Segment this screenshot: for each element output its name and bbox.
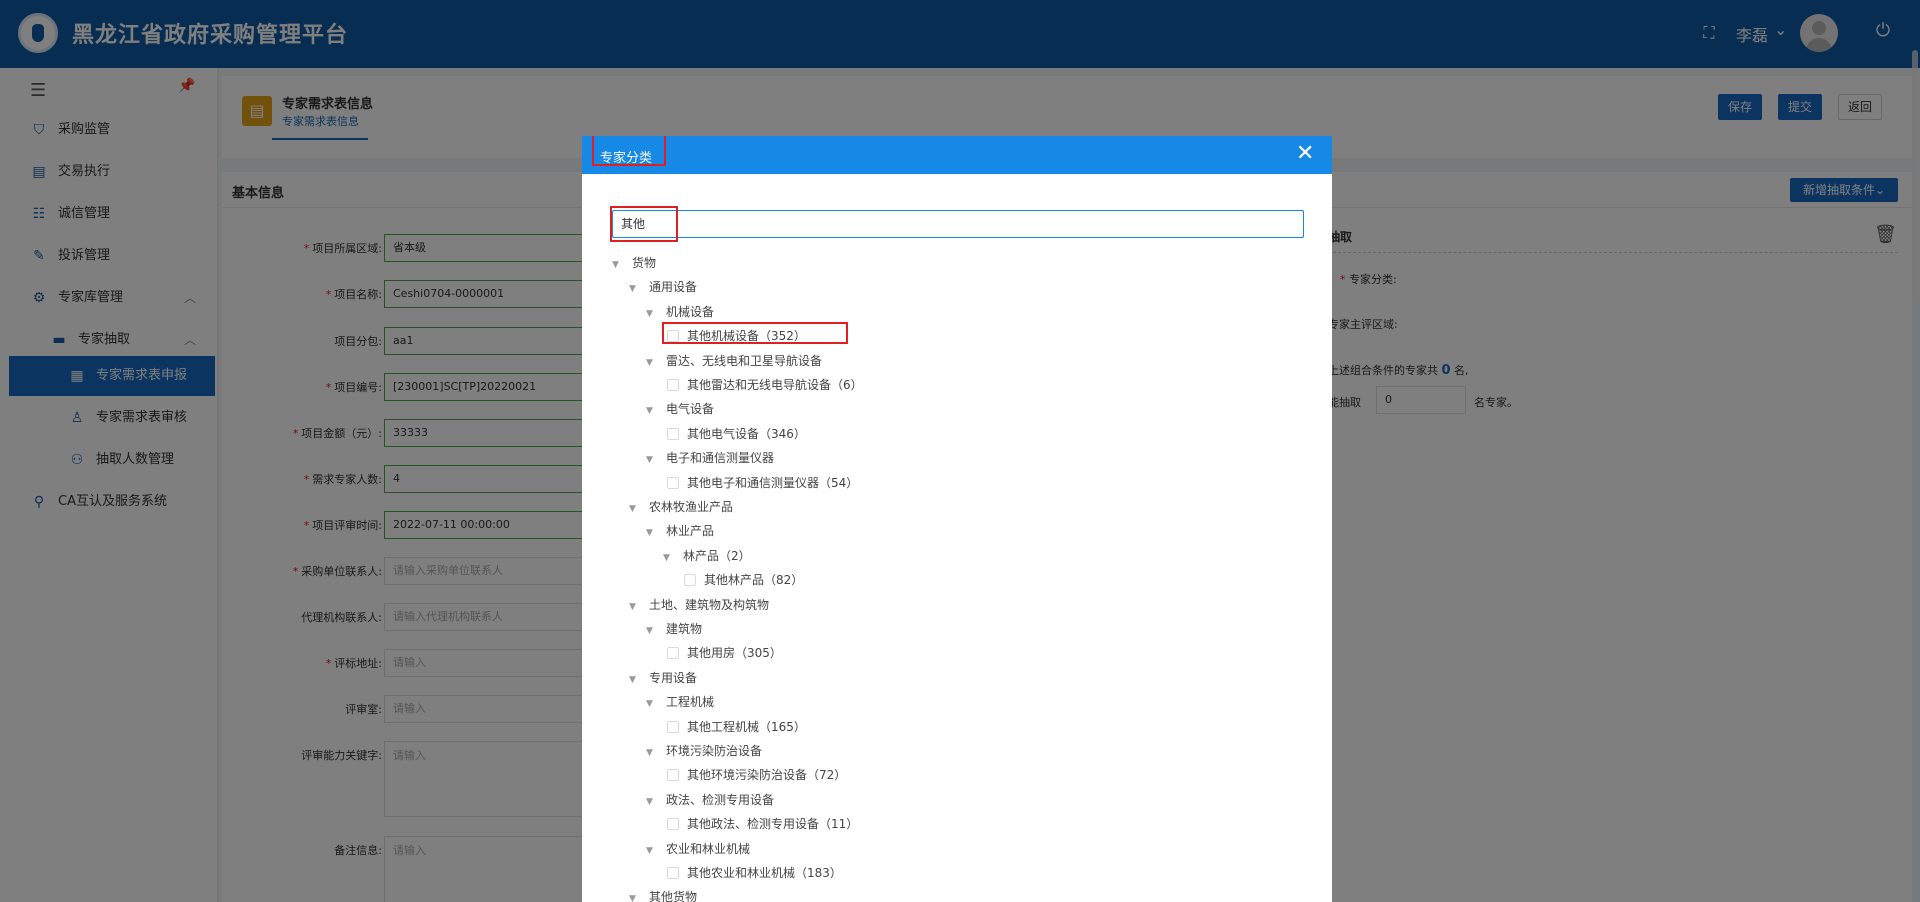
tree-label: 其他工程机械（165） xyxy=(687,720,806,734)
tree-label: 其他环境污染防治设备（72） xyxy=(687,768,847,782)
caret-down-icon[interactable]: ▼ xyxy=(646,303,658,325)
tree-node[interactable]: ▼ 土地、建筑物及构筑物 xyxy=(629,594,769,616)
tree-node[interactable]: ▼ 货物 xyxy=(612,252,656,274)
tree-node[interactable]: ▼ 建筑物 xyxy=(646,618,702,640)
checkbox[interactable] xyxy=(667,647,679,659)
caret-down-icon[interactable]: ▼ xyxy=(629,596,641,618)
modal-header: 专家分类 ✕ xyxy=(582,136,1332,174)
tree-leaf[interactable]: 其他政法、检测专用设备（11） xyxy=(667,813,858,835)
tree-label: 货物 xyxy=(632,256,657,270)
highlight-box-title xyxy=(592,136,666,166)
tree-leaf[interactable]: 其他雷达和无线电导航设备（6） xyxy=(667,374,863,396)
highlight-box-tree-item xyxy=(662,322,848,344)
tree-label: 工程机械 xyxy=(666,695,715,709)
tree-node[interactable]: ▼ 专用设备 xyxy=(629,667,697,689)
tree-label: 其他雷达和无线电导航设备（6） xyxy=(687,378,863,392)
tree-label: 其他政法、检测专用设备（11） xyxy=(687,817,859,831)
tree-leaf[interactable]: 其他工程机械（165） xyxy=(667,716,806,738)
tree-node[interactable]: ▼ 机械设备 xyxy=(646,301,714,323)
tree-label: 雷达、无线电和卫星导航设备 xyxy=(666,354,823,368)
caret-down-icon[interactable]: ▼ xyxy=(629,498,641,520)
tree-leaf[interactable]: 其他环境污染防治设备（72） xyxy=(667,764,846,786)
tree-node[interactable]: ▼ 工程机械 xyxy=(646,691,714,713)
tree-node[interactable]: ▼ 农林牧渔业产品 xyxy=(629,496,733,518)
tree-node[interactable]: ▼ 政法、检测专用设备 xyxy=(646,789,774,811)
caret-down-icon[interactable]: ▼ xyxy=(629,278,641,300)
tree-label: 农林牧渔业产品 xyxy=(649,500,734,514)
caret-down-icon[interactable]: ▼ xyxy=(629,669,641,691)
caret-down-icon[interactable]: ▼ xyxy=(646,522,658,544)
tree-node[interactable]: ▼ 农业和林业机械 xyxy=(646,838,750,860)
category-search-input[interactable]: 其他 xyxy=(612,210,1304,238)
tree-node[interactable]: ▼ 通用设备 xyxy=(629,276,697,298)
tree-label: 电子和通信测量仪器 xyxy=(666,451,775,465)
caret-down-icon[interactable]: ▼ xyxy=(646,693,658,715)
tree-label: 土地、建筑物及构筑物 xyxy=(649,598,770,612)
tree-label: 农业和林业机械 xyxy=(666,842,751,856)
tree-leaf[interactable]: 其他电气设备（346） xyxy=(667,423,806,445)
tree-label: 其他农业和林业机械（183） xyxy=(687,866,842,880)
tree-label: 建筑物 xyxy=(666,622,703,636)
page-scrollbar[interactable] xyxy=(1912,50,1918,300)
checkbox[interactable] xyxy=(667,428,679,440)
checkbox[interactable] xyxy=(667,721,679,733)
caret-down-icon[interactable]: ▼ xyxy=(663,547,675,569)
caret-down-icon[interactable]: ▼ xyxy=(646,742,658,764)
checkbox[interactable] xyxy=(667,867,679,879)
tree-label: 其他用房（305） xyxy=(687,646,782,660)
close-icon[interactable]: ✕ xyxy=(1296,142,1314,166)
tree-label: 其他电子和通信测量仪器（54） xyxy=(687,476,859,490)
tree-leaf[interactable]: 其他林产品（82） xyxy=(684,569,803,591)
tree-node[interactable]: ▼ 电气设备 xyxy=(646,398,714,420)
tree-label: 林业产品 xyxy=(666,524,715,538)
tree-label: 电气设备 xyxy=(666,402,715,416)
tree-label: 环境污染防治设备 xyxy=(666,744,763,758)
tree-leaf[interactable]: 其他用房（305） xyxy=(667,642,782,664)
tree-label: 政法、检测专用设备 xyxy=(666,793,775,807)
tree-leaf[interactable]: 其他农业和林业机械（183） xyxy=(667,862,842,884)
caret-down-icon[interactable]: ▼ xyxy=(629,888,641,902)
tree-node[interactable]: ▼ 环境污染防治设备 xyxy=(646,740,762,762)
caret-down-icon[interactable]: ▼ xyxy=(646,791,658,813)
tree-label: 其他电气设备（346） xyxy=(687,427,806,441)
highlight-box-search xyxy=(610,206,678,242)
checkbox[interactable] xyxy=(667,379,679,391)
tree-label: 机械设备 xyxy=(666,305,715,319)
tree-leaf[interactable]: 其他电子和通信测量仪器（54） xyxy=(667,472,858,494)
tree-label: 通用设备 xyxy=(649,280,698,294)
caret-down-icon[interactable]: ▼ xyxy=(646,840,658,862)
caret-down-icon[interactable]: ▼ xyxy=(646,620,658,642)
checkbox[interactable] xyxy=(667,818,679,830)
tree-label: 其他货物 xyxy=(649,890,698,902)
caret-down-icon[interactable]: ▼ xyxy=(612,254,624,276)
tree-node[interactable]: ▼ 电子和通信测量仪器 xyxy=(646,447,774,469)
checkbox[interactable] xyxy=(684,574,696,586)
checkbox[interactable] xyxy=(667,769,679,781)
expert-category-modal: 专家分类 ✕ 其他 ▼ 货物 ▼ 通用设备 ▼ 机械设备 其他机械设备（352） ▼ 雷达、无线… xyxy=(582,136,1332,902)
tree-label: 林产品（2） xyxy=(683,549,751,563)
caret-down-icon[interactable]: ▼ xyxy=(646,400,658,422)
caret-down-icon[interactable]: ▼ xyxy=(646,352,658,374)
tree-node[interactable]: ▼ 其他货物 xyxy=(629,886,697,902)
caret-down-icon[interactable]: ▼ xyxy=(646,449,658,471)
tree-label: 专用设备 xyxy=(649,671,698,685)
checkbox[interactable] xyxy=(667,477,679,489)
tree-label: 其他林产品（82） xyxy=(704,573,804,587)
tree-node[interactable]: ▼ 雷达、无线电和卫星导航设备 xyxy=(646,350,822,372)
tree-node[interactable]: ▼ 林产品（2） xyxy=(663,545,751,567)
tree-node[interactable]: ▼ 林业产品 xyxy=(646,520,714,542)
